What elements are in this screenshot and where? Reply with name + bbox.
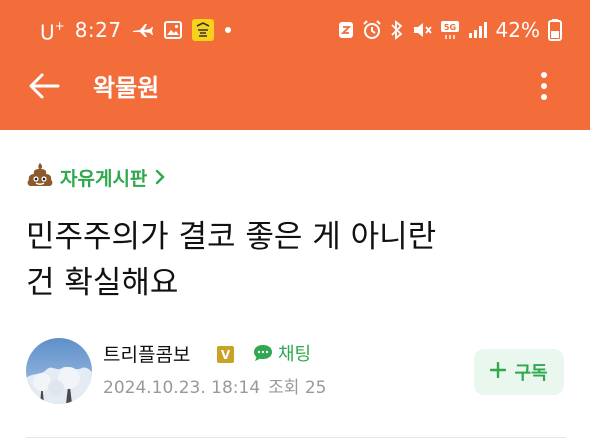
chevron-right-icon: [155, 169, 166, 185]
signal-icon: [468, 21, 488, 39]
airplane-icon: [132, 22, 154, 38]
author-row: 트리플콤보 V 채팅 2024.10.23. 18:14 조회 25 구독: [26, 335, 566, 409]
post-meta: 2024.10.23. 18:14 조회 25: [103, 375, 326, 401]
subscribe-label: 구독: [514, 363, 548, 384]
alarm-icon: [362, 20, 382, 40]
poop-emoji-icon: [26, 162, 54, 192]
svg-text:5G: 5G: [443, 23, 455, 32]
plus-icon: [490, 361, 507, 382]
status-time: 8:27: [74, 18, 122, 42]
gallery-icon: [163, 21, 182, 39]
app-notification-icon: [191, 19, 214, 41]
subscribe-button[interactable]: 구독: [474, 349, 564, 395]
post-title-line-2: 건 확실해요: [26, 265, 179, 301]
avatar[interactable]: [26, 338, 92, 404]
battery-percent: 42%: [495, 18, 540, 42]
view-count: 조회 25: [268, 378, 327, 398]
status-right: 5G 42%: [338, 14, 562, 46]
chat-bubble-icon: [252, 343, 274, 367]
back-button[interactable]: [24, 70, 64, 106]
mute-icon: [412, 21, 432, 39]
cafe-title[interactable]: 왁물원: [93, 70, 159, 106]
status-bar: U+ 8:27 5G 42%: [0, 14, 590, 46]
bluetooth-icon: [390, 20, 404, 40]
notification-dot-icon: [224, 26, 232, 34]
svg-text:V: V: [221, 348, 231, 362]
post-title-line-1: 민주주의가 결코 좋은 게 아니란: [26, 219, 437, 255]
board-link[interactable]: 자유게시판: [26, 160, 166, 194]
back-arrow-icon: [28, 72, 60, 104]
status-left: U+ 8:27: [40, 14, 232, 46]
toolbar: 왁물원: [0, 58, 590, 118]
battery-icon: [548, 19, 562, 41]
board-name: 자유게시판: [60, 167, 148, 190]
sync-app-icon: [338, 21, 354, 39]
app-bar: U+ 8:27 5G 42% 왁물원: [0, 0, 590, 130]
divider: [26, 437, 566, 438]
carrier-label: U+: [40, 18, 65, 45]
post-date: 2024.10.23. 18:14: [103, 378, 261, 398]
post-title: 민주주의가 결코 좋은 게 아니란 건 확실해요: [26, 214, 566, 306]
chat-label: 채팅: [278, 344, 312, 365]
more-vertical-icon: [540, 70, 548, 106]
chat-button[interactable]: 채팅: [252, 341, 311, 369]
5g-icon: 5G: [440, 20, 460, 40]
more-options-button[interactable]: [526, 68, 562, 108]
verified-badge-icon: V: [217, 346, 234, 367]
author-name[interactable]: 트리플콤보: [103, 341, 190, 369]
